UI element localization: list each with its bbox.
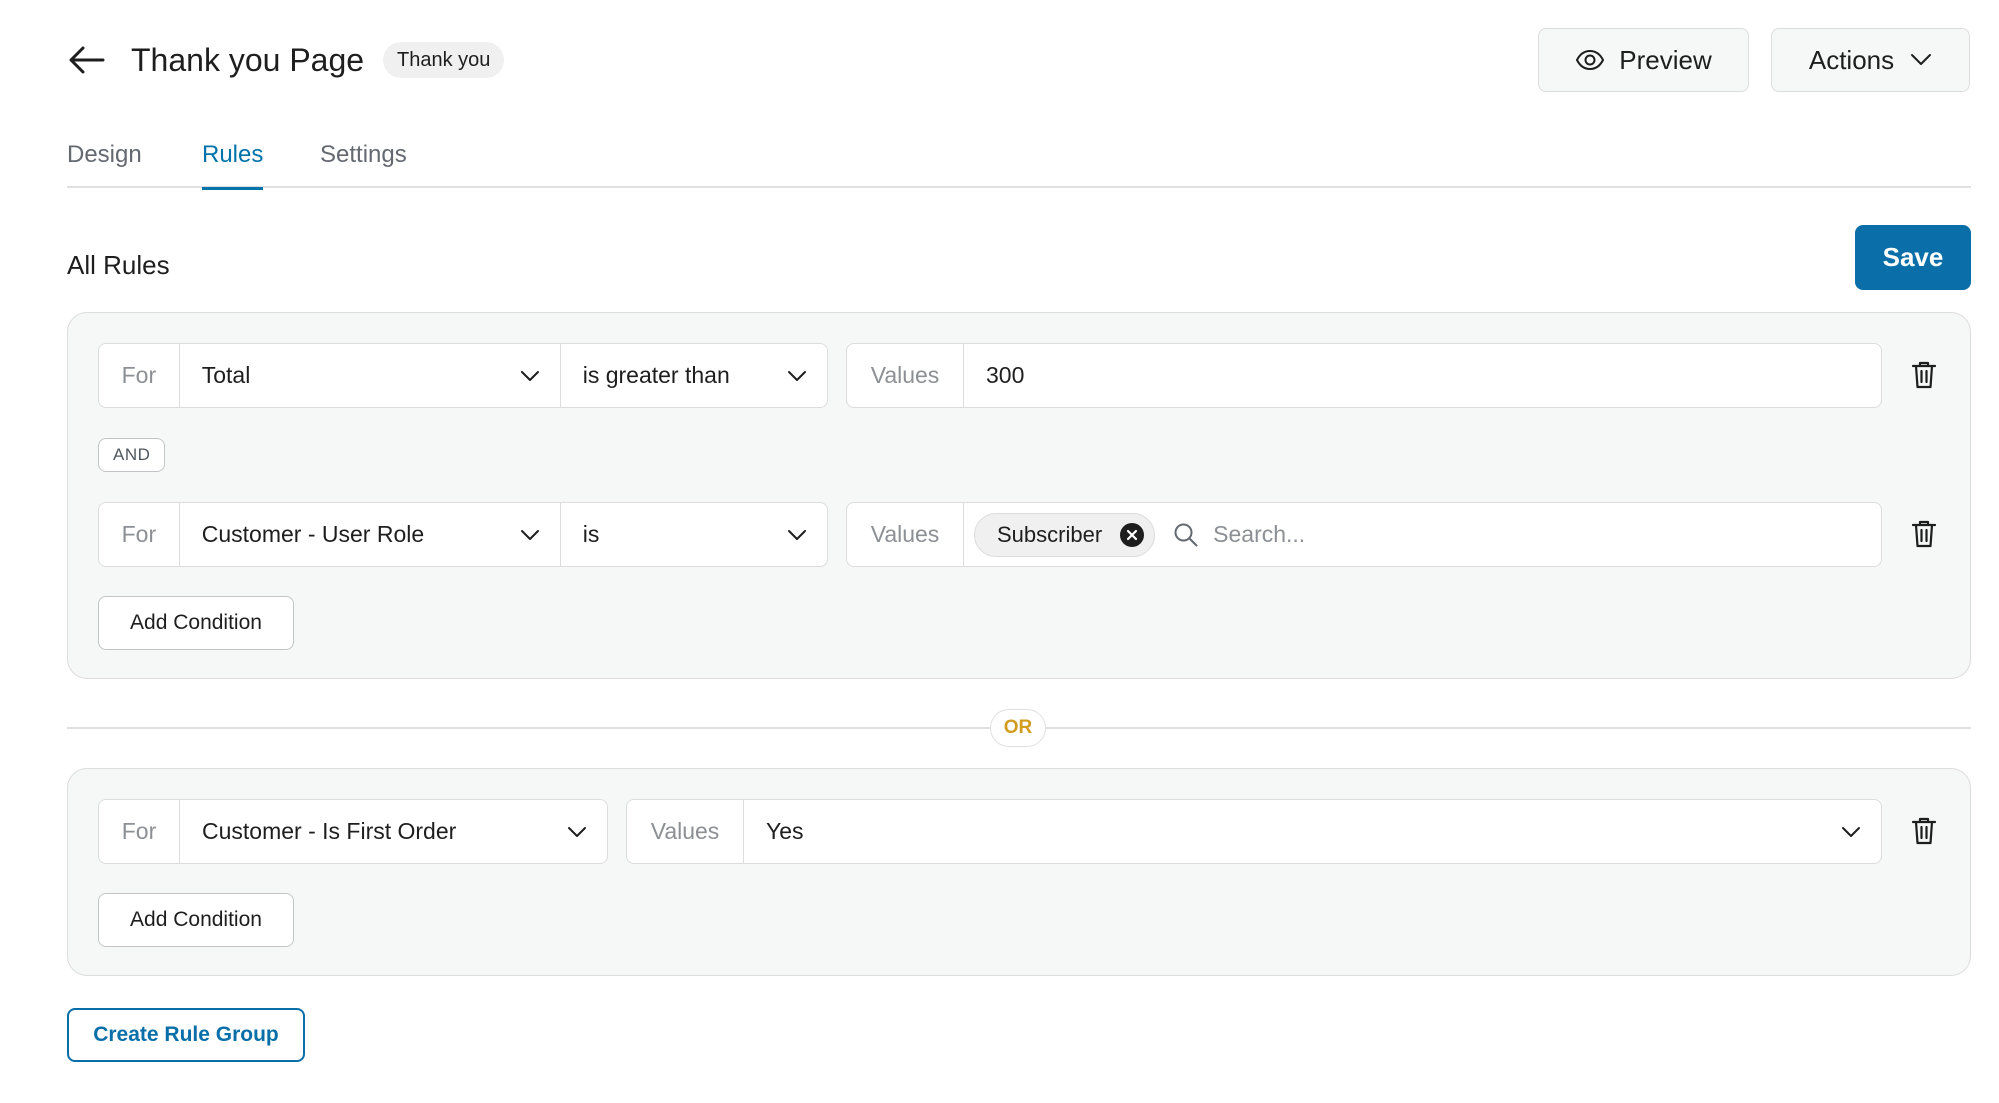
rule-group: For Total is greater than Values 300 AND… [67,312,1971,679]
rule-field-selector: For Total is greater than [98,343,828,408]
eye-icon [1575,49,1605,71]
for-label: For [99,800,180,863]
for-label: For [99,503,180,566]
values-label: Values [847,503,964,566]
trash-icon [1911,519,1937,549]
values-label: Values [847,344,964,407]
chevron-down-icon [520,370,540,382]
rule-row: For Total is greater than Values [98,343,1966,408]
rule-row: For Customer - User Role is Values Subsc… [98,502,1966,567]
search-input[interactable] [1213,521,1871,548]
preview-button-label: Preview [1619,44,1712,75]
trash-icon [1911,360,1937,390]
chevron-down-icon [1910,53,1932,67]
search-wrapper [1173,521,1871,548]
add-condition-button[interactable]: Add Condition [98,893,294,947]
tab-design[interactable]: Design [67,140,142,188]
field-select[interactable]: Total [180,344,560,407]
delete-rule-button[interactable] [1904,353,1944,397]
page-type-badge: Thank you [383,42,505,78]
field-select-value: Customer - User Role [201,521,425,547]
search-icon [1173,522,1199,548]
rule-group: For Customer - Is First Order Values Yes [67,768,1971,976]
values-label: Values [627,800,744,863]
trash-icon [1911,816,1937,846]
chevron-down-icon [567,826,587,838]
tab-bar: Design Rules Settings [67,134,1971,190]
rule-values-field: Values Yes [626,799,1882,864]
rule-field-selector: For Customer - User Role is [98,502,828,567]
or-connector-badge: OR [990,709,1046,747]
create-rule-group-button[interactable]: Create Rule Group [67,1008,305,1062]
condition-select-value: is [582,521,600,547]
and-connector-badge: AND [98,438,166,472]
selected-tag: Subscriber [974,512,1156,557]
field-select[interactable]: Customer - Is First Order [180,800,607,863]
add-condition-button[interactable]: Add Condition [98,596,294,650]
value-select-value: Yes [766,818,804,844]
chevron-down-icon [787,529,807,541]
tab-settings[interactable]: Settings [320,140,407,188]
chevron-down-icon [1841,826,1861,838]
delete-rule-button[interactable] [1904,512,1944,556]
rule-row: For Customer - Is First Order Values Yes [98,799,1966,864]
rule-field-selector: For Customer - Is First Order [98,799,608,864]
value-select[interactable]: Yes [744,800,1881,863]
tab-rules[interactable]: Rules [202,140,264,190]
page-header: Thank you Page Thank you Preview Actions [67,28,1971,94]
field-select-value: Total [201,362,251,388]
save-button[interactable]: Save [1855,225,1971,290]
section-title: All Rules [67,250,170,280]
back-button[interactable] [67,42,107,78]
value-input[interactable] [964,344,1881,407]
for-label: For [99,344,180,407]
field-select-value: Customer - Is First Order [202,818,457,844]
field-select[interactable]: Customer - User Role [180,503,560,566]
multi-select: Subscriber [964,503,1881,566]
close-circle-icon[interactable] [1120,522,1145,547]
condition-select[interactable]: is [559,503,827,566]
condition-select-value: is greater than [582,362,730,388]
page-title: Thank you Page [131,42,365,78]
chevron-down-icon [520,529,540,541]
preview-button[interactable]: Preview [1538,28,1749,92]
delete-rule-button[interactable] [1904,809,1944,853]
rule-values-field: Values Subscriber [846,502,1882,567]
arrow-left-icon [69,46,105,74]
tag-label: Subscriber [997,521,1103,547]
rule-values-field: Values [846,343,1882,408]
actions-menu-button[interactable]: Actions [1771,28,1970,92]
condition-select[interactable]: is greater than [559,344,827,407]
actions-button-label: Actions [1808,44,1895,75]
chevron-down-icon [787,370,807,382]
